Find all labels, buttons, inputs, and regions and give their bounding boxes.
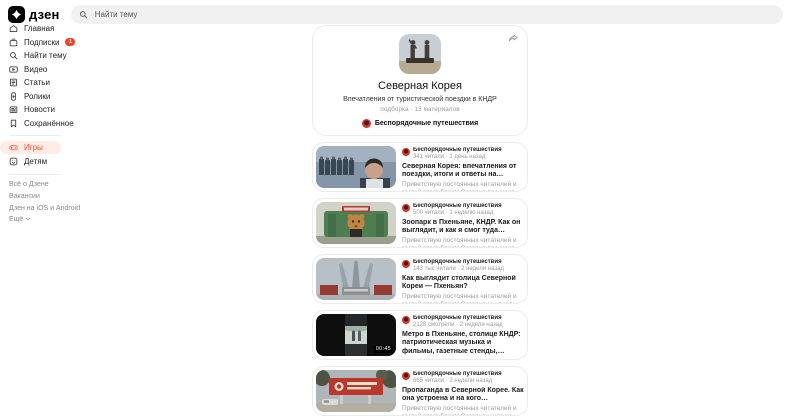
dzen-logo-text: дзен bbox=[29, 7, 60, 22]
chevron-down-icon bbox=[26, 217, 31, 221]
channel-avatar[interactable] bbox=[402, 148, 410, 156]
sidebar-item-label: Сохранённое bbox=[24, 118, 74, 128]
sidebar-item-label: Подписки bbox=[24, 37, 60, 47]
video-duration-badge: 00:45 bbox=[373, 345, 393, 353]
sidebar-divider bbox=[9, 135, 61, 136]
sidebar-item-saved[interactable]: Сохранённое bbox=[0, 117, 300, 131]
collection-cover-image bbox=[399, 34, 441, 74]
collection-subtitle: Впечатления от туристической поездки в К… bbox=[343, 96, 497, 103]
home-icon bbox=[9, 25, 18, 33]
main-feed: Северная Корея Впечатления от туристичес… bbox=[312, 25, 528, 416]
video-icon bbox=[9, 66, 18, 73]
sidebar-item-label: Главная bbox=[24, 24, 55, 34]
news-icon bbox=[9, 106, 18, 114]
article-title[interactable]: Как выглядит столица Северной Кореи — Пх… bbox=[402, 275, 524, 292]
dzen-logo[interactable]: дзен bbox=[8, 6, 60, 23]
feed-card-2[interactable]: Беспорядочные путешествия 500 читали · 1… bbox=[312, 198, 528, 248]
collection-header-card: Северная Корея Впечатления от туристичес… bbox=[312, 25, 528, 136]
article-thumbnail[interactable] bbox=[316, 146, 396, 188]
sidebar-item-subscriptions[interactable]: Подписки 1 bbox=[0, 36, 300, 50]
footer-link-apps[interactable]: Дзен на iOS и Android bbox=[9, 204, 300, 213]
feed-card-5[interactable]: Беспорядочные путешествия 665 читали · 2… bbox=[312, 366, 528, 416]
article-thumbnail[interactable] bbox=[316, 202, 396, 244]
article-title[interactable]: Зоопарк в Пхеньяне, КНДР. Как он выгляди… bbox=[402, 219, 524, 236]
video-stats: 2128 смотрели · 2 недели назад bbox=[413, 322, 503, 328]
sidebar-footer: Всё о Дзене Вакансии Дзен на iOS и Andro… bbox=[0, 180, 300, 223]
subscriptions-badge: 1 bbox=[65, 38, 76, 47]
channel-name[interactable]: Беспорядочные путешествия bbox=[413, 203, 502, 209]
sidebar-item-shorts[interactable]: Ролики bbox=[0, 90, 300, 104]
sidebar-item-label: Игры bbox=[24, 143, 43, 152]
sidebar: Главная Подписки 1 Найти тему Видео Стат… bbox=[0, 22, 300, 223]
footer-more-button[interactable]: Ещё bbox=[9, 216, 300, 223]
video-thumbnail[interactable]: 00:45 bbox=[316, 314, 396, 356]
sidebar-item-label: Видео bbox=[24, 64, 48, 74]
channel-name: Беспорядочные путешествия bbox=[374, 120, 479, 127]
share-icon[interactable] bbox=[508, 33, 519, 44]
sidebar-item-articles[interactable]: Статьи bbox=[0, 76, 300, 90]
footer-link-jobs[interactable]: Вакансии bbox=[9, 192, 300, 201]
article-snippet: Приветствую постоянных читателей и госте… bbox=[402, 293, 517, 303]
collection-title: Северная Корея bbox=[378, 80, 462, 92]
games-icon bbox=[9, 145, 18, 151]
channel-avatar[interactable] bbox=[402, 204, 410, 212]
channel-avatar[interactable] bbox=[402, 316, 410, 324]
collection-meta: подборка · 13 материалов bbox=[380, 106, 460, 113]
sidebar-item-kids[interactable]: Детям bbox=[0, 155, 300, 169]
search-icon bbox=[10, 52, 18, 60]
dzen-page: дзен Главная Подписки 1 Найти тему Видео… bbox=[0, 0, 800, 416]
kids-icon bbox=[9, 158, 18, 166]
channel-name[interactable]: Беспорядочные путешествия bbox=[413, 315, 503, 321]
sidebar-item-find-topic[interactable]: Найти тему bbox=[0, 49, 300, 63]
article-snippet: Приветствую постоянных читателей и госте… bbox=[402, 405, 517, 415]
channel-avatar bbox=[361, 119, 371, 128]
sidebar-item-games[interactable]: Игры bbox=[0, 141, 61, 154]
dzen-logo-icon bbox=[8, 6, 25, 23]
channel-name[interactable]: Беспорядочные путешествия bbox=[413, 259, 504, 265]
article-stats: 143 тыс читали · 2 недели назад bbox=[413, 266, 504, 272]
article-title[interactable]: Северная Корея: впечатления от поездки, … bbox=[402, 163, 524, 180]
channel-name[interactable]: Беспорядочные путешествия bbox=[413, 371, 502, 377]
article-snippet: Приветствую постоянных читателей и госте… bbox=[402, 181, 521, 191]
footer-more-label: Ещё bbox=[9, 215, 24, 223]
article-snippet: Приветствую постоянных читателей и госте… bbox=[402, 237, 521, 247]
article-stats: 665 читали · 2 недели назад bbox=[413, 378, 493, 384]
subscriptions-icon bbox=[9, 38, 18, 46]
collection-author[interactable]: Беспорядочные путешествия bbox=[313, 119, 527, 128]
channel-name[interactable]: Беспорядочные путешествия bbox=[413, 147, 502, 153]
video-title[interactable]: Метро в Пхеньяне, столице КНДР: патриоти… bbox=[402, 331, 524, 357]
bookmark-icon bbox=[10, 119, 17, 127]
feed-card-3[interactable]: Беспорядочные путешествия 143 тыс читали… bbox=[312, 254, 528, 304]
channel-avatar[interactable] bbox=[402, 372, 410, 380]
article-title[interactable]: Пропаганда в Северной Корее. Как она уст… bbox=[402, 387, 524, 404]
article-thumbnail[interactable] bbox=[316, 258, 396, 300]
sidebar-item-home[interactable]: Главная bbox=[0, 22, 300, 36]
channel-avatar[interactable] bbox=[402, 260, 410, 268]
shorts-icon bbox=[11, 92, 16, 101]
feed-card-4[interactable]: 00:45 Беспорядочные путешествия 2128 смо… bbox=[312, 310, 528, 360]
sidebar-item-label: Новости bbox=[24, 105, 55, 115]
sidebar-item-news[interactable]: Новости bbox=[0, 103, 300, 117]
sidebar-item-label: Ролики bbox=[24, 91, 51, 101]
sidebar-item-label: Найти тему bbox=[24, 51, 67, 61]
search-input[interactable] bbox=[92, 9, 775, 20]
article-thumbnail[interactable] bbox=[316, 370, 396, 412]
article-stats: 500 читали · 1 неделю назад bbox=[413, 210, 494, 216]
sidebar-divider bbox=[9, 173, 61, 175]
footer-link-about[interactable]: Всё о Дзене bbox=[9, 180, 300, 189]
article-stats: 341 читали · 1 день назад bbox=[413, 154, 486, 160]
sidebar-item-label: Детям bbox=[24, 157, 48, 167]
sidebar-item-label: Статьи bbox=[24, 78, 50, 88]
feed-card-1[interactable]: Беспорядочные путешествия 341 читали · 1… bbox=[312, 142, 528, 192]
search-icon bbox=[80, 11, 88, 19]
sidebar-item-video[interactable]: Видео bbox=[0, 63, 300, 77]
articles-icon bbox=[10, 79, 17, 87]
